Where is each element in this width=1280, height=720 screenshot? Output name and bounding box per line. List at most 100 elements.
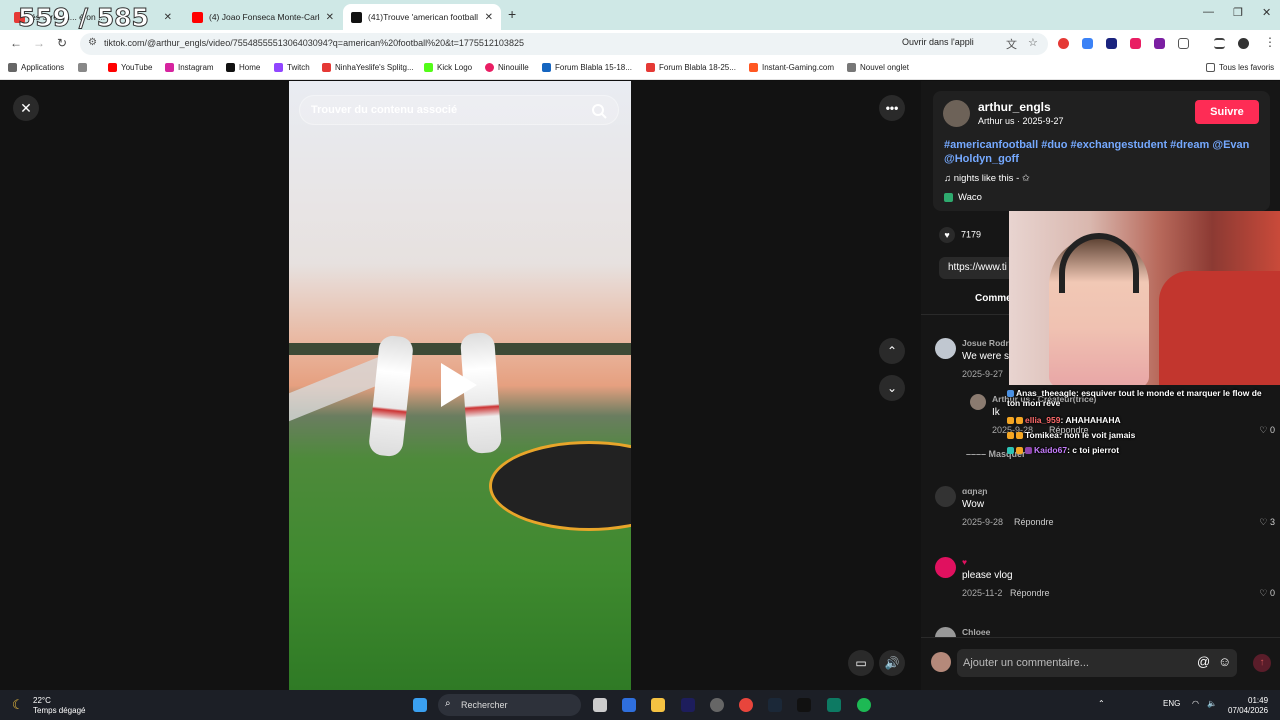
site-info-icon[interactable]: ⚙ [88,37,97,48]
close-video-button[interactable]: ✕ [13,95,39,121]
new-tab-button[interactable]: + [508,6,516,22]
comment-avatar[interactable] [935,557,956,578]
opera-extension-icon[interactable] [1058,38,1069,49]
premiere-pro-icon[interactable] [681,698,695,712]
next-video-chevron-down-icon[interactable]: ⌄ [879,375,905,401]
more-options-icon[interactable]: ••• [879,95,905,121]
webcam-overlay [1009,211,1280,385]
reload-icon[interactable]: ↻ [57,36,67,50]
send-arrow-icon[interactable]: ↑ [1253,654,1271,672]
picture-in-picture-icon[interactable]: ▭ [848,650,874,676]
minimize-icon[interactable]: — [1203,6,1214,18]
creator-avatar[interactable] [943,100,970,127]
bookmark-x-home[interactable]: Home [226,63,260,72]
comment-author[interactable]: Chloee [962,627,990,637]
comment-like-count[interactable]: ♡ 0 [1259,588,1275,599]
address-bar[interactable]: ⚙ tiktok.com/@arthur_engls/video/7554855… [80,33,1048,55]
windows-start-icon[interactable] [413,698,427,712]
extension-icon[interactable] [1130,38,1141,49]
comment-like-count[interactable]: ♡ 3 [1259,517,1275,528]
moon-weather-icon[interactable]: ☾ [12,697,24,713]
app-icon[interactable] [827,698,841,712]
volume-icon[interactable]: 🔊 [879,650,905,676]
clock[interactable]: 01:49 07/04/2026 [1228,696,1268,716]
task-view-icon[interactable] [593,698,607,712]
bookmark-instagram[interactable]: Instagram [165,63,214,72]
bookmark-youtube[interactable]: YouTube [108,63,152,72]
mention-icon[interactable]: @ [1197,654,1210,669]
follow-button[interactable]: Suivre [1195,100,1259,124]
like-counter[interactable]: ♥ 7179 [939,227,981,243]
weather-widget[interactable]: 22°C Temps dégagé [33,696,85,716]
video-player[interactable]: Trouver du contenu associé [289,81,631,690]
comment-author[interactable]: Josue Rodr [962,338,1009,348]
language-indicator[interactable]: ENG [1163,699,1180,708]
chevron-up-icon[interactable]: ⌃ [1098,699,1105,708]
all-bookmarks-folder[interactable]: Tous les favoris [1206,63,1274,72]
music-link[interactable]: ♫ nights like this - ✩ [944,173,1030,184]
app-icon[interactable] [710,698,724,712]
menu-kebab-icon[interactable]: ⋮ [1264,35,1276,49]
browser-tab-3-active[interactable]: (41)Trouve 'american football ✕ [343,4,501,30]
chrome-icon[interactable] [739,698,753,712]
shield-extension-icon[interactable] [1154,38,1165,49]
wifi-icon[interactable]: ◠ [1192,699,1199,708]
chat-message: Kaido67: c toi pierrot [1007,445,1119,455]
bookmark-splitgate[interactable]: NinhaYeslife's Splitg... [322,63,414,72]
translate-icon[interactable]: 文 [1006,36,1017,52]
previous-video-chevron-up-icon[interactable]: ⌃ [879,338,905,364]
bookmark-ninouille[interactable]: Ninouille [485,63,529,72]
back-icon[interactable]: ← [10,36,22,50]
google-apps-icon[interactable] [78,63,91,72]
tiktok-icon[interactable] [797,698,811,712]
forward-icon[interactable]: → [33,36,45,50]
copilot-icon[interactable] [622,698,636,712]
close-tab-icon[interactable]: ✕ [164,12,172,23]
bookmark-kick[interactable]: Kick Logo [424,63,472,72]
bookmark-star-icon[interactable]: ☆ [1028,36,1038,49]
search-icon[interactable] [590,102,608,120]
speaker-icon[interactable]: 🔈 [1207,699,1217,708]
bookmark-forum-18-25[interactable]: Forum Blabla 18-25... [646,63,736,72]
close-tab-icon[interactable]: ✕ [326,12,334,23]
bookmark-twitch[interactable]: Twitch [274,63,310,72]
profile-avatar[interactable] [1238,38,1249,49]
reply-button[interactable]: Répondre [1014,517,1054,527]
copy-link-field[interactable]: https://www.ti [939,257,1019,279]
bookmark-instant-gaming[interactable]: Instant-Gaming.com [749,63,834,72]
reply-button[interactable]: Répondre [1010,588,1050,598]
comment-like-count[interactable]: ♡ 0 [1259,425,1275,436]
taskbar-search[interactable]: ⌕ Rechercher [438,694,581,716]
bookmark-forum-15-18[interactable]: Forum Blabla 15-18... [542,63,632,72]
comment-avatar[interactable] [935,486,956,507]
maximize-icon[interactable]: ❐ [1233,6,1243,19]
comment-avatar[interactable] [970,394,986,410]
open-in-app-button[interactable]: Ouvrir dans l'appli [902,37,974,47]
related-content-search[interactable]: Trouver du contenu associé [299,95,619,125]
close-tab-icon[interactable]: ✕ [485,12,493,23]
post-hashtags[interactable]: #americanfootball #duo #exchangestudent … [944,138,1259,166]
emoji-icon[interactable]: ☺ [1218,654,1231,669]
comment-author[interactable]: ɑɑɲƨɲ [962,486,988,496]
comment-avatar[interactable] [935,338,956,359]
spotify-icon[interactable] [857,698,871,712]
extensions-puzzle-icon[interactable] [1178,38,1189,49]
extension-icon[interactable] [1082,38,1093,49]
bookmark-applications[interactable]: Applications [8,63,64,72]
comment-input[interactable]: Ajouter un commentaire... @ ☺ [957,649,1237,677]
browser-tab-2[interactable]: (4) Joao Fonseca Monte-Carlo ✕ [184,4,342,30]
file-explorer-icon[interactable] [651,698,665,712]
tab-comments[interactable]: Comme [975,293,1012,304]
comment-author[interactable]: ♥ [962,557,967,567]
location-link[interactable]: Waco [944,192,982,203]
x-icon [226,63,235,72]
heart-icon[interactable]: ♥ [939,227,955,243]
extension-icon[interactable] [1106,38,1117,49]
tab-label: (4) Joao Fonseca Monte-Carlo [209,12,320,22]
creator-username[interactable]: arthur_engls [978,100,1051,114]
steam-icon[interactable] [768,698,782,712]
play-icon[interactable] [441,363,477,407]
close-window-icon[interactable]: ✕ [1262,6,1271,19]
tab-search-icon[interactable] [1214,38,1225,49]
bookmark-new-tab[interactable]: Nouvel onglet [847,63,909,72]
